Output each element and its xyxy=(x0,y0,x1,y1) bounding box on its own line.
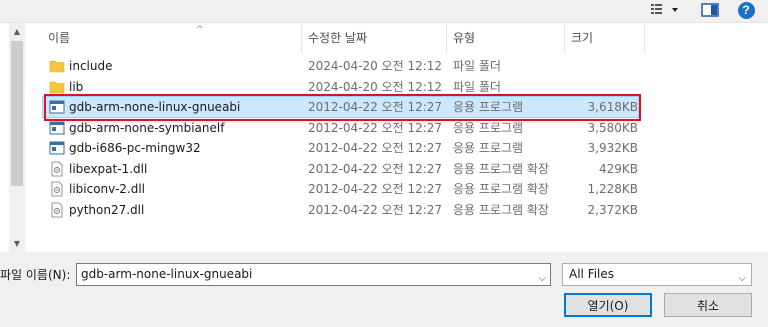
view-list-icon xyxy=(651,4,678,14)
filename-input[interactable]: gdb-arm-none-linux-gnueabi ⌵ xyxy=(76,263,551,286)
preview-pane-button[interactable] xyxy=(698,0,722,20)
filename-value: gdb-arm-none-linux-gnueabi xyxy=(81,267,253,281)
application-icon xyxy=(49,99,65,115)
file-type: 응용 프로그램 확장 xyxy=(453,161,549,176)
file-name: gdb-i686-pc-mingw32 xyxy=(69,141,201,155)
file-size: 3,580KB xyxy=(587,120,638,135)
filename-label: 파일 이름(N): xyxy=(0,268,71,282)
application-icon xyxy=(49,140,65,156)
help-icon: ? xyxy=(737,1,755,19)
toolbar: ? xyxy=(0,0,768,22)
application-icon xyxy=(49,120,65,136)
file-row[interactable]: gdb-arm-none-symbianelf 2012-04-22 오전 12:… xyxy=(43,118,638,138)
file-type: 파일 폴더 xyxy=(453,79,501,94)
file-size xyxy=(563,77,638,97)
file-date: 2024-04-20 오전 12:12 xyxy=(308,59,443,73)
file-row[interactable]: python27.dll 2012-04-22 오전 12:27 응용 프로그램 확… xyxy=(43,200,638,220)
preview-pane-icon xyxy=(701,3,719,17)
file-name: python27.dll xyxy=(69,202,145,217)
file-date: 2012-04-22 오전 12:27 xyxy=(308,120,443,135)
file-row[interactable]: gdb-i686-pc-mingw32 2012-04-22 오전 12:27 응용… xyxy=(43,138,638,158)
chevron-down-icon[interactable]: ⌵ xyxy=(538,268,546,289)
change-view-button[interactable] xyxy=(647,0,683,20)
file-size: 3,932KB xyxy=(587,141,638,155)
scroll-thumb[interactable] xyxy=(11,41,23,186)
file-size: 2,372KB xyxy=(587,202,638,217)
file-date: 2012-04-22 오전 12:27 xyxy=(308,161,443,176)
file-type: 응용 프로그램 xyxy=(453,141,524,155)
file-name: include xyxy=(69,59,113,73)
file-type-select[interactable]: All Files ⌵ xyxy=(562,263,752,286)
chevron-down-icon[interactable]: ⌵ xyxy=(738,268,746,289)
folder-icon xyxy=(49,58,65,74)
help-button[interactable]: ? xyxy=(736,0,756,20)
file-date: 2012-04-22 오전 12:27 xyxy=(308,182,443,196)
open-button[interactable]: 열기(O) xyxy=(564,293,652,317)
file-name: libexpat-1.dll xyxy=(69,161,148,176)
vertical-scrollbar[interactable]: ▲ ▼ xyxy=(9,23,25,253)
file-size: 3,618KB xyxy=(587,100,638,114)
file-row[interactable]: lib 2024-04-20 오전 12:12 파일 폴더 xyxy=(43,77,638,97)
file-type: 응용 프로그램 xyxy=(453,120,524,135)
file-type: 응용 프로그램 xyxy=(453,100,524,114)
cancel-button[interactable]: 취소 xyxy=(664,293,752,317)
file-type: 파일 폴더 xyxy=(453,59,501,73)
file-size xyxy=(563,56,638,76)
file-name: gdb-arm-none-symbianelf xyxy=(69,120,225,135)
file-type: 응용 프로그램 확장 xyxy=(453,202,549,217)
file-date: 2024-04-20 오전 12:12 xyxy=(308,79,443,94)
column-type[interactable]: 유형 xyxy=(447,23,565,53)
file-row[interactable]: gdb-arm-none-linux-gnueabi 2012-04-22 오전 … xyxy=(42,96,639,118)
file-row[interactable]: libexpat-1.dll 2012-04-22 오전 12:27 응용 프로그램… xyxy=(43,159,638,179)
file-list[interactable]: ▲ ▼ ^ 이름 수정한 날짜 유형 크기 include 2024-04-20 … xyxy=(0,22,768,253)
dll-file-icon xyxy=(49,181,65,197)
scroll-up-icon[interactable]: ▲ xyxy=(9,23,25,39)
file-type: 응용 프로그램 확장 xyxy=(453,182,549,196)
file-type-value: All Files xyxy=(569,267,615,281)
file-size: 1,228KB xyxy=(587,182,638,196)
column-size[interactable]: 크기 xyxy=(565,23,645,53)
file-size: 429KB xyxy=(598,161,638,176)
file-name: libiconv-2.dll xyxy=(69,182,146,196)
scroll-down-icon[interactable]: ▼ xyxy=(9,235,25,251)
file-name: gdb-arm-none-linux-gnueabi xyxy=(69,100,241,114)
file-name: lib xyxy=(69,79,84,94)
file-date: 2012-04-22 오전 12:27 xyxy=(308,141,443,155)
dll-file-icon xyxy=(49,202,65,218)
file-row[interactable]: include 2024-04-20 오전 12:12 파일 폴더 xyxy=(43,56,638,76)
dll-file-icon xyxy=(49,161,65,177)
column-header: ^ 이름 수정한 날짜 유형 크기 xyxy=(26,23,768,53)
column-name[interactable]: 이름 xyxy=(42,23,302,53)
folder-icon xyxy=(49,79,65,95)
file-row[interactable]: libiconv-2.dll 2012-04-22 오전 12:27 응용 프로그램… xyxy=(43,179,638,199)
column-date[interactable]: 수정한 날짜 xyxy=(302,23,447,53)
file-date: 2012-04-22 오전 12:27 xyxy=(308,100,443,114)
file-date: 2012-04-22 오전 12:27 xyxy=(308,202,443,217)
